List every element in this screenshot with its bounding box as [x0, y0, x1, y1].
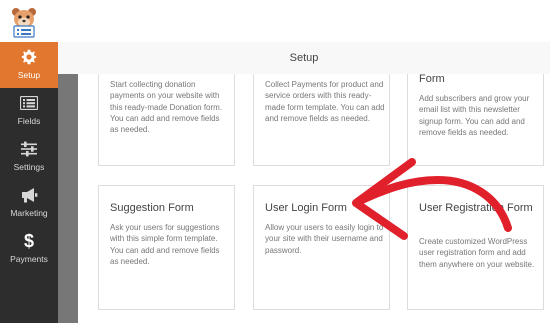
template-grid: Start collecting donation payments on yo… [78, 74, 550, 323]
template-title: User Login Form [265, 202, 347, 214]
template-title: Form [419, 74, 445, 85]
template-description: Start collecting donation payments on yo… [110, 80, 223, 135]
sidebar: Setup Fields Settings Marketing $ Paymen… [0, 42, 58, 323]
list-icon [0, 94, 58, 112]
template-card-user-registration[interactable]: User Registration Form Create customized… [407, 185, 544, 310]
template-card-newsletter[interactable]: Form Add subscribers and grow your email… [407, 74, 544, 166]
wpforms-logo-icon [12, 8, 36, 38]
sidebar-item-fields[interactable]: Fields [0, 88, 58, 134]
template-card-donation[interactable]: Start collecting donation payments on yo… [98, 74, 235, 166]
template-title: User Registration Form [419, 202, 533, 214]
page-title: Setup [289, 52, 319, 64]
sidebar-item-label: Payments [10, 254, 48, 264]
sliders-icon [0, 140, 58, 158]
sidebar-item-label: Setup [17, 70, 41, 80]
template-description: Ask your users for suggestions with this… [110, 223, 220, 266]
sidebar-item-label: Marketing [10, 208, 48, 218]
template-description: Allow your users to easily login to your… [265, 223, 384, 255]
gear-icon [0, 48, 58, 66]
sidebar-item-setup[interactable]: Setup [0, 42, 58, 88]
template-card-suggestion[interactable]: Suggestion Form Ask your users for sugge… [98, 185, 235, 310]
sidebar-item-marketing[interactable]: Marketing [0, 180, 58, 226]
template-card-user-login[interactable]: User Login Form Allow your users to easi… [253, 185, 390, 310]
scroll-gutter [58, 74, 78, 323]
template-description: Collect Payments for product and service… [265, 80, 385, 123]
template-title: Suggestion Form [110, 202, 194, 214]
sidebar-item-label: Fields [17, 116, 41, 126]
top-bar [0, 0, 550, 43]
template-description: Add subscribers and grow your email list… [419, 94, 530, 137]
template-card-billing[interactable]: Collect Payments for product and service… [253, 74, 390, 166]
page-header: Setup [58, 42, 550, 75]
template-description: Create customized WordPress user registr… [419, 237, 535, 269]
megaphone-icon [0, 186, 58, 204]
sidebar-item-payments[interactable]: $ Payments [0, 226, 58, 272]
sidebar-item-settings[interactable]: Settings [0, 134, 58, 180]
sidebar-item-label: Settings [13, 162, 45, 172]
dollar-icon: $ [23, 230, 34, 251]
